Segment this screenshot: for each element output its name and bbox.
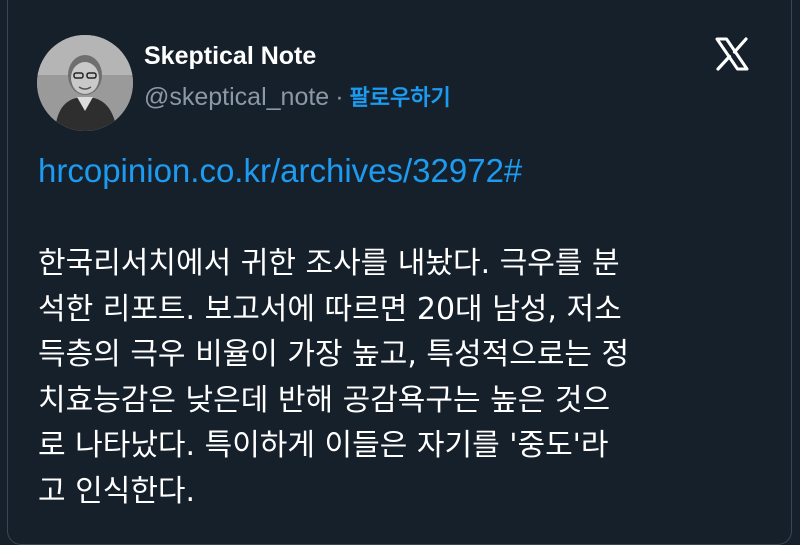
author-name[interactable]: Skeptical Note bbox=[144, 40, 316, 72]
tweet-body-line: 한국리서치에서 귀한 조사를 내놨다. 극우를 분 bbox=[38, 246, 620, 281]
article-link[interactable]: hrcopinion.co.kr/archives/32972# bbox=[38, 150, 522, 192]
avatar[interactable] bbox=[37, 35, 133, 131]
tweet-body-line: 석한 리포트. 보고서에 따르면 20대 남성, 저소 bbox=[38, 291, 622, 327]
author-handle[interactable]: @skeptical_note bbox=[144, 83, 329, 111]
tweet-body-line: 로 나타났다. 특이하게 이들은 자기를 '중도'라 bbox=[38, 428, 609, 463]
tweet-card: Skeptical Note @skeptical_note · 팔로우하기 hrc… bbox=[7, 0, 792, 545]
tweet-body-line: 고 인식한다. bbox=[38, 473, 196, 509]
x-logo-icon[interactable] bbox=[714, 36, 750, 72]
tweet-body-line: 치효능감은 낮은데 반해 공감욕구는 높은 것으 bbox=[38, 382, 611, 418]
tweet-body-line: 득층의 극우 비율이 가장 높고, 특성적으로는 정 bbox=[38, 337, 630, 372]
avatar-photo bbox=[37, 35, 133, 131]
tweet-body: 한국리서치에서 귀한 조사를 내놨다. 극우를 분 석한 리포트. 보고서에 따… bbox=[38, 241, 768, 514]
separator-dot: · bbox=[335, 83, 344, 111]
handle-row: @skeptical_note · 팔로우하기 bbox=[144, 81, 451, 115]
follow-button[interactable]: 팔로우하기 bbox=[350, 86, 451, 111]
